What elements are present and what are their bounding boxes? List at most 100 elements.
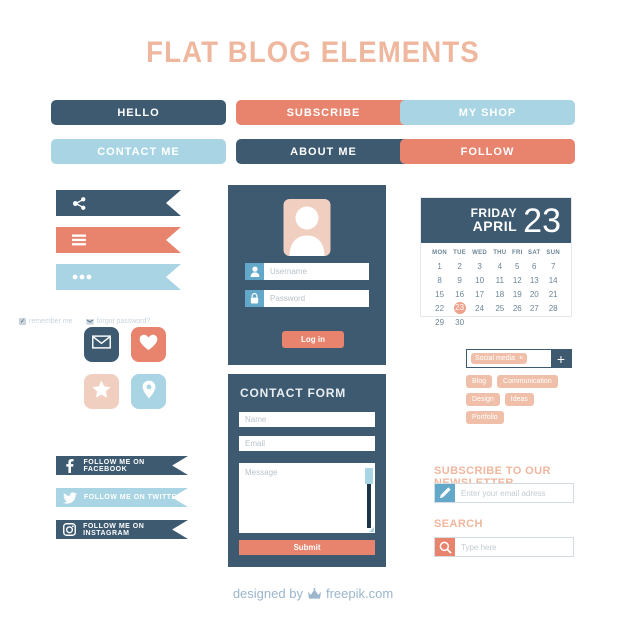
calendar-date-cell[interactable]: 25 <box>490 301 509 315</box>
search-title: SEARCH <box>434 518 483 530</box>
heart-icon <box>139 334 158 356</box>
textarea-scrollbar[interactable] <box>365 468 373 528</box>
calendar-week-row: 22 23 24 25 26 27 28 <box>429 301 563 315</box>
calendar-date-cell <box>509 315 525 329</box>
search-input[interactable]: Type here <box>434 537 574 557</box>
remember-me-label: remember me <box>29 318 73 325</box>
calendar-date-cell <box>525 315 543 329</box>
calendar-date-text: FRIDAY APRIL <box>471 207 518 234</box>
resize-handle-icon[interactable] <box>369 527 374 532</box>
calendar-date-cell[interactable]: 3 <box>469 259 490 273</box>
envelope-icon <box>92 335 111 354</box>
contact-form-title: CONTACT FORM <box>240 386 347 400</box>
calendar-date-cell <box>543 315 563 329</box>
calendar-date-cell-selected[interactable]: 23 <box>450 301 469 315</box>
tile-star[interactable] <box>84 374 119 409</box>
contact-submit-button[interactable]: Submit <box>239 540 375 555</box>
button-about-me[interactable]: ABOUT ME <box>236 139 411 164</box>
tag-ideas[interactable]: Ideas <box>504 393 534 406</box>
button-contact-me[interactable]: CONTACT ME <box>51 139 226 164</box>
ribbon-more[interactable] <box>56 264 181 290</box>
tag-design[interactable]: Design <box>466 393 500 406</box>
calendar-date-cell[interactable]: 11 <box>490 273 509 287</box>
tag-blog[interactable]: Blog <box>466 375 493 388</box>
share-icon <box>72 196 87 211</box>
calendar-date-cell[interactable]: 18 <box>490 287 509 301</box>
tag-communication[interactable]: Communication <box>497 375 558 388</box>
contact-email-input[interactable]: Email <box>239 436 375 451</box>
calendar-date-cell[interactable]: 7 <box>543 259 563 273</box>
calendar-date-cell[interactable]: 6 <box>525 259 543 273</box>
twitter-icon <box>60 491 80 504</box>
calendar-body: 1 2 3 4 5 6 7 8 9 10 11 12 13 14 15 16 1… <box>429 259 563 329</box>
calendar-date-cell[interactable]: 10 <box>469 273 490 287</box>
calendar-date-cell[interactable]: 1 <box>429 259 450 273</box>
calendar-date-cell[interactable]: 17 <box>469 287 490 301</box>
social-ribbon-twitter[interactable]: FOLLOW ME ON TWITTER <box>56 488 188 507</box>
calendar-date-cell[interactable]: 19 <box>509 287 525 301</box>
calendar-date-cell[interactable]: 5 <box>509 259 525 273</box>
calendar-date-cell[interactable]: 15 <box>429 287 450 301</box>
calendar-date-cell[interactable]: 26 <box>509 301 525 315</box>
password-field[interactable]: Password <box>245 290 369 307</box>
calendar-date-cell[interactable]: 16 <box>450 287 469 301</box>
button-row-2b: ABOUT ME <box>236 139 411 164</box>
calendar-date-cell[interactable]: 14 <box>543 273 563 287</box>
calendar-header: FRIDAY APRIL 23 <box>421 198 571 243</box>
button-subscribe[interactable]: SUBSCRIBE <box>236 100 411 125</box>
calendar-date-cell[interactable]: 27 <box>525 301 543 315</box>
social-ribbon-instagram[interactable]: FOLLOW ME ON INSTAGRAM <box>56 520 188 539</box>
newsletter-input[interactable]: Enter your email adress <box>434 483 574 503</box>
calendar-date-cell[interactable]: 20 <box>525 287 543 301</box>
username-field[interactable]: Username <box>245 263 369 280</box>
calendar-date-cell[interactable]: 30 <box>450 315 469 329</box>
button-row-1: HELLO <box>51 100 226 125</box>
ribbon-share[interactable] <box>56 190 181 216</box>
calendar-date-cell[interactable]: 9 <box>450 273 469 287</box>
tag-portfolio[interactable]: Portfolio <box>466 411 504 424</box>
calendar-date-cell[interactable]: 24 <box>469 301 490 315</box>
user-avatar-icon <box>289 206 325 256</box>
tile-location[interactable] <box>131 374 166 409</box>
calendar-date-cell[interactable]: 2 <box>450 259 469 273</box>
tile-heart[interactable] <box>131 327 166 362</box>
button-row-2: CONTACT ME <box>51 139 226 164</box>
password-placeholder: Password <box>270 294 306 303</box>
calendar-date-cell[interactable]: 4 <box>490 259 509 273</box>
calendar-date-cell[interactable]: 21 <box>543 287 563 301</box>
login-submit-button[interactable]: Log in <box>282 331 344 348</box>
calendar-day-header: WED <box>472 250 488 256</box>
scrollbar-thumb[interactable] <box>365 468 373 484</box>
calendar-month: APRIL <box>472 218 518 235</box>
calendar-grid: MON TUE WED THU FRI SAT SUN 1 2 3 4 5 6 … <box>421 243 571 329</box>
button-my-shop[interactable]: MY SHOP <box>400 100 575 125</box>
tag-chip-label: Social media <box>475 355 516 362</box>
add-tag-button[interactable]: + <box>551 350 571 367</box>
calendar-date-cell[interactable]: 13 <box>525 273 543 287</box>
calendar-date-cell[interactable]: 28 <box>543 301 563 315</box>
calendar-date-cell[interactable]: 8 <box>429 273 450 287</box>
star-icon <box>92 380 111 403</box>
remember-me-checkbox[interactable]: ✓ <box>19 318 26 325</box>
close-icon[interactable]: × <box>519 355 523 362</box>
ribbon-menu[interactable] <box>56 227 181 253</box>
forgot-password-link[interactable]: forgot password? <box>86 318 150 325</box>
button-follow[interactable]: FOLLOW <box>400 139 575 164</box>
calendar-date-cell[interactable]: 22 <box>429 301 450 315</box>
calendar-day-headers: MON TUE WED THU FRI SAT SUN <box>429 249 563 259</box>
contact-name-input[interactable]: Name <box>239 412 375 427</box>
tile-envelope[interactable] <box>84 327 119 362</box>
calendar-day-header: SAT <box>528 250 541 256</box>
tag-input-box[interactable]: Social media × + <box>466 349 572 368</box>
social-ribbon-facebook[interactable]: FOLLOW ME ON FACEBOOK <box>56 456 188 475</box>
button-row-1c: MY SHOP <box>400 100 575 125</box>
button-hello[interactable]: HELLO <box>51 100 226 125</box>
tag-row: Portfolio <box>466 411 578 424</box>
tag-chip-social-media[interactable]: Social media × <box>471 353 528 364</box>
calendar-date-cell[interactable]: 29 <box>429 315 450 329</box>
contact-form-panel: CONTACT FORM Name Email Message Submit <box>228 374 386 567</box>
tag-input-inner[interactable]: Social media × <box>467 350 551 367</box>
calendar-week-row: 15 16 17 18 19 20 21 <box>429 287 563 301</box>
contact-message-textarea[interactable]: Message <box>239 463 375 533</box>
calendar-date-cell[interactable]: 12 <box>509 273 525 287</box>
